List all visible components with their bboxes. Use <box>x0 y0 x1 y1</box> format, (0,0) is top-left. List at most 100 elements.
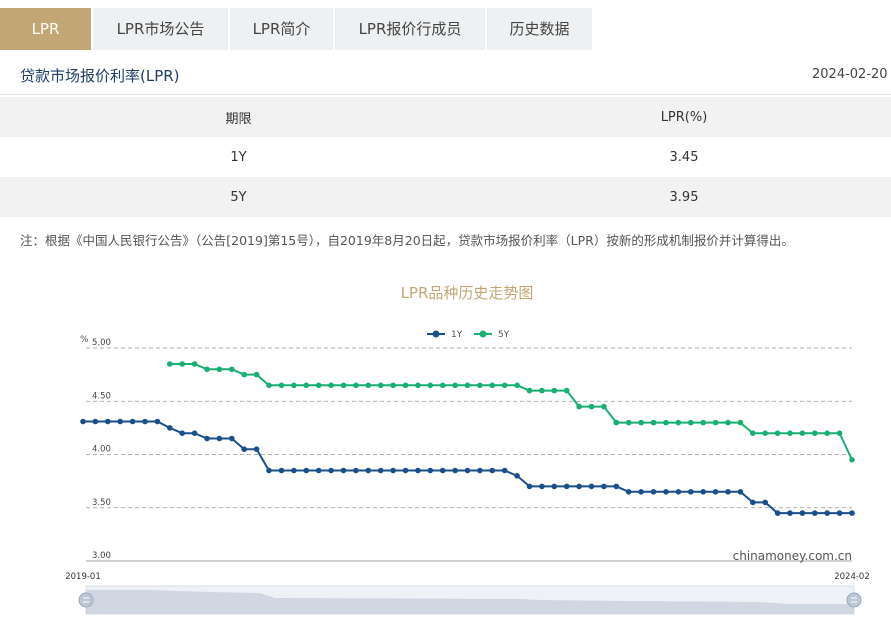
data-point-5y[interactable] <box>266 382 272 389</box>
data-point-1y[interactable] <box>377 467 384 474</box>
data-point-5y[interactable] <box>253 371 260 378</box>
data-point-1y[interactable] <box>241 446 247 452</box>
data-point-1y[interactable] <box>80 418 86 425</box>
data-point-1y[interactable] <box>303 467 310 474</box>
data-point-1y[interactable] <box>179 430 185 436</box>
data-point-5y[interactable] <box>650 419 657 426</box>
data-point-5y[interactable] <box>725 419 731 426</box>
tab-lpr-intro[interactable]: LPR简介 <box>230 8 333 50</box>
data-point-5y[interactable] <box>328 382 334 389</box>
data-point-1y[interactable] <box>750 499 756 506</box>
data-point-1y[interactable] <box>154 418 161 425</box>
data-point-5y[interactable] <box>291 382 297 389</box>
data-point-1y[interactable] <box>563 483 570 490</box>
data-point-1y[interactable] <box>762 499 768 506</box>
data-point-1y[interactable] <box>390 467 396 474</box>
data-point-1y[interactable] <box>787 510 793 516</box>
data-point-1y[interactable] <box>291 467 297 474</box>
data-point-5y[interactable] <box>737 419 744 426</box>
data-point-5y[interactable] <box>787 430 793 436</box>
data-point-5y[interactable] <box>179 361 185 367</box>
data-point-1y[interactable] <box>315 467 322 474</box>
zoom-handle-left[interactable] <box>78 592 94 608</box>
data-point-1y[interactable] <box>117 418 123 425</box>
data-point-5y[interactable] <box>663 419 669 426</box>
data-point-5y[interactable] <box>613 419 620 426</box>
data-point-5y[interactable] <box>390 382 396 389</box>
data-point-1y[interactable] <box>849 510 855 516</box>
chart-legend[interactable]: 1Y 5Y <box>427 330 510 340</box>
data-point-1y[interactable] <box>836 510 843 516</box>
data-point-1y[interactable] <box>353 467 359 474</box>
data-point-5y[interactable] <box>799 430 806 436</box>
data-point-5y[interactable] <box>365 382 372 389</box>
data-point-1y[interactable] <box>824 510 830 516</box>
legend-5y-label[interactable]: 5Y <box>498 330 510 340</box>
data-point-1y[interactable] <box>625 489 632 495</box>
data-point-1y[interactable] <box>477 467 483 474</box>
tab-lpr-quoting-banks[interactable]: LPR报价行成员 <box>335 8 485 50</box>
data-point-5y[interactable] <box>167 361 173 367</box>
data-point-1y[interactable] <box>402 467 409 474</box>
data-point-5y[interactable] <box>563 387 570 394</box>
data-point-1y[interactable] <box>439 467 446 474</box>
data-point-5y[interactable] <box>601 403 607 410</box>
data-point-1y[interactable] <box>700 489 706 495</box>
data-point-1y[interactable] <box>675 489 682 495</box>
data-point-1y[interactable] <box>216 435 223 442</box>
data-point-5y[interactable] <box>849 457 855 463</box>
data-point-5y[interactable] <box>625 419 632 426</box>
data-point-1y[interactable] <box>253 446 260 452</box>
data-point-1y[interactable] <box>725 489 731 495</box>
data-point-5y[interactable] <box>638 419 644 426</box>
tab-lpr[interactable]: LPR <box>0 8 91 50</box>
tab-lpr-market-announcement[interactable]: LPR市场公告 <box>93 8 228 50</box>
data-point-5y[interactable] <box>588 403 595 410</box>
data-point-5y[interactable] <box>452 382 458 389</box>
data-point-5y[interactable] <box>229 366 235 373</box>
data-point-1y[interactable] <box>638 489 644 495</box>
data-point-1y[interactable] <box>229 435 235 442</box>
data-point-1y[interactable] <box>501 467 508 474</box>
data-point-1y[interactable] <box>415 467 421 474</box>
data-point-5y[interactable] <box>526 387 533 394</box>
data-point-1y[interactable] <box>737 489 744 495</box>
data-point-1y[interactable] <box>576 483 582 490</box>
data-point-5y[interactable] <box>836 430 843 436</box>
data-point-5y[interactable] <box>427 382 434 389</box>
data-point-1y[interactable] <box>774 510 781 516</box>
data-point-1y[interactable] <box>688 489 694 495</box>
data-point-1y[interactable] <box>712 489 719 495</box>
data-point-1y[interactable] <box>650 489 657 495</box>
data-point-5y[interactable] <box>377 382 384 389</box>
data-point-1y[interactable] <box>799 510 806 516</box>
data-point-5y[interactable] <box>439 382 446 389</box>
data-point-1y[interactable] <box>452 467 458 474</box>
data-point-1y[interactable] <box>365 467 372 474</box>
data-point-5y[interactable] <box>464 382 471 389</box>
data-point-5y[interactable] <box>216 366 223 373</box>
data-point-5y[interactable] <box>750 430 756 436</box>
data-point-1y[interactable] <box>514 473 520 479</box>
legend-1y-label[interactable]: 1Y <box>451 330 463 340</box>
data-point-5y[interactable] <box>539 387 545 394</box>
data-point-1y[interactable] <box>142 418 148 425</box>
data-point-5y[interactable] <box>303 382 310 389</box>
data-point-5y[interactable] <box>551 387 558 394</box>
data-point-5y[interactable] <box>576 403 582 410</box>
data-point-1y[interactable] <box>340 467 347 474</box>
data-point-1y[interactable] <box>539 483 545 490</box>
data-point-1y[interactable] <box>663 489 669 495</box>
data-point-5y[interactable] <box>315 382 322 389</box>
data-point-5y[interactable] <box>402 382 409 389</box>
tab-historical-data[interactable]: 历史数据 <box>487 8 592 50</box>
data-point-5y[interactable] <box>675 419 682 426</box>
data-point-5y[interactable] <box>824 430 830 436</box>
data-point-1y[interactable] <box>129 418 136 425</box>
data-point-1y[interactable] <box>278 467 285 474</box>
data-point-1y[interactable] <box>105 418 111 425</box>
data-point-1y[interactable] <box>328 467 334 474</box>
data-point-1y[interactable] <box>427 467 434 474</box>
data-point-1y[interactable] <box>204 435 210 442</box>
data-point-5y[interactable] <box>812 430 818 436</box>
